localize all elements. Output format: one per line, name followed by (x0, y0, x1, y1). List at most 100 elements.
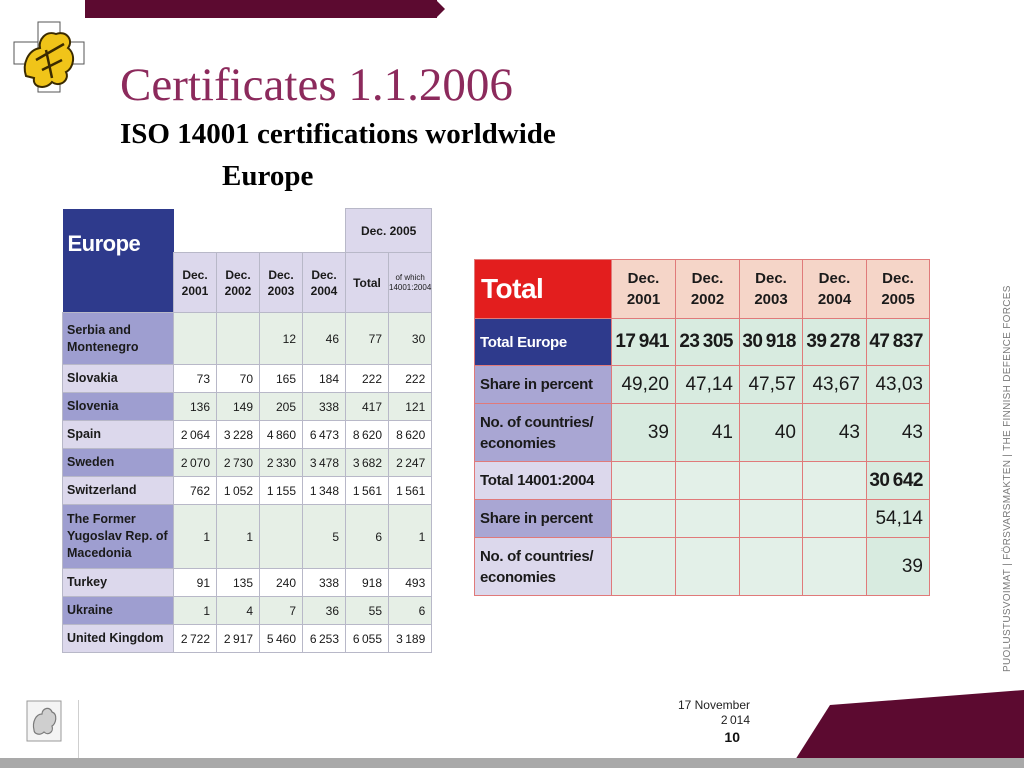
cell: 43,03 (866, 365, 930, 404)
cell: 39 278 (802, 318, 867, 366)
row-label: Share in percent (474, 499, 612, 538)
table-row: Total 14001:2004 30 642 (474, 461, 930, 500)
cell: 6 253 (302, 624, 346, 653)
table-row: Share in percent 54,14 (474, 499, 930, 538)
cell: 39 (611, 403, 676, 462)
col-year: Dec. 2001 (173, 252, 217, 313)
cell: 5 460 (259, 624, 303, 653)
cell: 39 (866, 537, 930, 596)
cell (675, 499, 740, 538)
table-row: Serbia and Montenegro 12 46 77 30 (62, 312, 433, 365)
cell: 6 (345, 504, 389, 569)
country-name: Switzerland (62, 476, 174, 505)
lion-emblem-small-icon (26, 700, 62, 742)
table-row: Slovakia 73 70 165 184 222 222 (62, 364, 433, 393)
cell: 23 305 (675, 318, 740, 366)
cell: 121 (387, 392, 433, 421)
cell: 2 330 (259, 448, 303, 477)
cell: 338 (302, 568, 346, 597)
cell: 73 (173, 364, 217, 393)
table-row: Share in percent 49,20 47,14 47,57 43,67… (474, 365, 930, 404)
cell (802, 537, 867, 596)
footer-divider (78, 700, 79, 758)
cell: 43 (802, 403, 867, 462)
table-row: No. of countries/ economies 39 (474, 537, 930, 596)
country-name: Spain (62, 420, 174, 449)
row-label: Total 14001:2004 (474, 461, 612, 500)
cell: 417 (345, 392, 389, 421)
cell: 91 (173, 568, 217, 597)
top-banner-tip (436, 0, 445, 18)
col-year: Dec. 2003 (739, 259, 803, 319)
cell (216, 312, 260, 365)
country-name: Slovakia (62, 364, 174, 393)
cell (259, 504, 303, 569)
cell: 41 (675, 403, 740, 462)
row-label: Share in percent (474, 365, 612, 404)
cell: 30 642 (866, 461, 930, 500)
cell: 46 (302, 312, 346, 365)
total-table: Total Dec. 2001 Dec. 2002 Dec. 2003 Dec.… (474, 259, 930, 596)
cell: 4 860 (259, 420, 303, 449)
cell: 3 228 (216, 420, 260, 449)
col-dec-2005: Dec. 2005 (344, 208, 433, 253)
cell: 30 918 (739, 318, 803, 366)
cell: 1 (216, 504, 260, 569)
cell: 55 (345, 596, 389, 625)
slide-subtitle: ISO 14001 certifications worldwide (120, 118, 556, 150)
cell (739, 461, 803, 500)
col-year: Dec. 2002 (675, 259, 740, 319)
top-banner (85, 0, 437, 18)
cell (173, 312, 217, 365)
country-name: Ukraine (62, 596, 174, 625)
table-row: No. of countries/ economies 39 41 40 43 … (474, 403, 930, 462)
cell (611, 537, 676, 596)
cell: 165 (259, 364, 303, 393)
lion-emblem-icon (13, 21, 85, 93)
cell (739, 537, 803, 596)
table-row: Spain 2 064 3 228 4 860 6 473 8 620 8 62… (62, 420, 433, 449)
cell: 135 (216, 568, 260, 597)
cell: 1 (173, 504, 217, 569)
cell: 3 478 (302, 448, 346, 477)
cell: 6 473 (302, 420, 346, 449)
cell: 3 682 (345, 448, 389, 477)
cell: 2 722 (173, 624, 217, 653)
page-number: 10 (724, 729, 740, 745)
cell: 1 (387, 504, 433, 569)
cell (739, 499, 803, 538)
cell: 2 064 (173, 420, 217, 449)
cell: 7 (259, 596, 303, 625)
country-name: The Former Yugoslav Rep. of Macedonia (62, 504, 174, 569)
cell: 40 (739, 403, 803, 462)
col-year: Dec. 2001 (611, 259, 676, 319)
cell: 8 620 (387, 420, 433, 449)
cell: 240 (259, 568, 303, 597)
cell (675, 461, 740, 500)
cell: 17 941 (611, 318, 676, 366)
cell: 47,57 (739, 365, 803, 404)
country-name: United Kingdom (62, 624, 174, 653)
slide-title: Certificates 1.1.2006 (120, 59, 513, 111)
row-label: No. of countries/ economies (474, 537, 612, 596)
country-name: Sweden (62, 448, 174, 477)
col-year: Dec. 2005 (866, 259, 930, 319)
footer-date: 17 November 2 014 (640, 698, 750, 728)
cell: 47 837 (866, 318, 930, 366)
cell: 70 (216, 364, 260, 393)
row-label: Total Europe (474, 318, 612, 366)
europe-table: Europe Dec. 2005 Dec. 2001 Dec. 2002 Dec… (62, 208, 433, 653)
cell: 149 (216, 392, 260, 421)
slide-region: Europe (222, 160, 314, 192)
cell: 3 189 (387, 624, 433, 653)
cell: 1 (173, 596, 217, 625)
europe-header: Europe (62, 208, 174, 313)
cell: 1 052 (216, 476, 260, 505)
cell: 47,14 (675, 365, 740, 404)
cell: 4 (216, 596, 260, 625)
organization-vertical-text: PUOLUSTUSVOIMAT | FÖRSVARSMAKTEN | THE F… (1002, 285, 1013, 672)
footer-line (0, 758, 1024, 768)
cell: 6 (387, 596, 433, 625)
cell: 1 561 (345, 476, 389, 505)
cell: 493 (387, 568, 433, 597)
